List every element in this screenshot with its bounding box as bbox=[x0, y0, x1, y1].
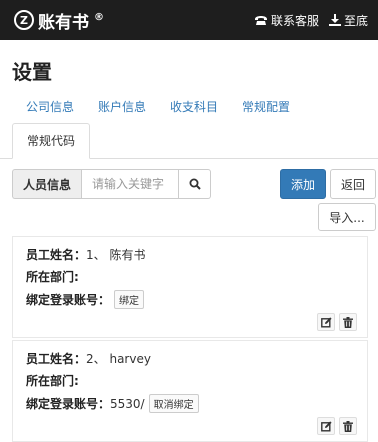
card-actions bbox=[317, 313, 357, 331]
search-input[interactable] bbox=[81, 169, 180, 199]
delete-button[interactable] bbox=[339, 417, 357, 435]
tab-income-expense-subjects[interactable]: 收支科目 bbox=[158, 92, 230, 124]
edit-button[interactable] bbox=[317, 313, 335, 331]
card-actions bbox=[317, 417, 357, 435]
employee-name-row: 员工姓名： 2、 harvey bbox=[26, 350, 151, 367]
brand-name: 账有书 bbox=[38, 12, 89, 33]
employee-account-label: 绑定登录账号： bbox=[26, 397, 111, 411]
top-bar: Z 账有书 ® 联系客服 至底 bbox=[0, 0, 378, 40]
edit-button[interactable] bbox=[317, 417, 335, 435]
scroll-bottom-label: 至底 bbox=[343, 13, 368, 28]
tab-company-info[interactable]: 公司信息 bbox=[14, 92, 86, 124]
trash-icon bbox=[343, 316, 353, 328]
employee-account-row: 绑定登录账号： 绑定 bbox=[26, 290, 145, 309]
edit-icon bbox=[320, 316, 332, 327]
employee-name-label: 员工姓名： bbox=[26, 352, 87, 366]
edit-icon bbox=[320, 420, 332, 431]
search-button[interactable] bbox=[179, 169, 212, 199]
employee-card: 员工姓名： 2、 harvey 所在部门: 绑定登录账号： 5530/ 取消绑定 bbox=[12, 340, 368, 442]
search-category-label: 人员信息 bbox=[12, 169, 82, 199]
phone-icon bbox=[254, 16, 267, 25]
toolbar: 人员信息 添加 返回 导入... bbox=[0, 159, 378, 231]
employee-account-row: 绑定登录账号： 5530/ 取消绑定 bbox=[26, 394, 199, 413]
brand-logo[interactable]: Z 账有书 ® bbox=[14, 8, 104, 33]
import-button[interactable]: 导入... bbox=[318, 203, 376, 231]
employee-card: 员工姓名： 1、 陈有书 所在部门: 绑定登录账号： 绑定 bbox=[12, 236, 368, 338]
employee-dept-row: 所在部门: bbox=[26, 372, 79, 389]
scroll-bottom-link[interactable]: 至底 bbox=[328, 12, 368, 29]
page-title: 设置 bbox=[12, 60, 52, 84]
employee-dept-row: 所在部门: bbox=[26, 268, 79, 285]
support-link[interactable]: 联系客服 bbox=[254, 12, 319, 29]
employee-name-row: 员工姓名： 1、 陈有书 bbox=[26, 246, 145, 263]
employee-name-value: 1、 陈有书 bbox=[86, 248, 146, 262]
employee-account-label: 绑定登录账号： bbox=[26, 293, 111, 307]
settings-tabs-row2: 常规代码 bbox=[0, 123, 378, 159]
employee-dept-label: 所在部门: bbox=[26, 374, 79, 388]
delete-button[interactable] bbox=[339, 313, 357, 331]
search-group: 人员信息 bbox=[12, 169, 212, 199]
trash-icon bbox=[343, 420, 353, 432]
employee-account-value: 5530/ bbox=[110, 396, 145, 411]
tab-account-info[interactable]: 账户信息 bbox=[86, 92, 158, 124]
add-button[interactable]: 添加 bbox=[280, 169, 326, 199]
download-icon bbox=[328, 14, 341, 26]
settings-tabs: 公司信息 账户信息 收支科目 常规配置 bbox=[0, 92, 378, 124]
tab-general-config[interactable]: 常规配置 bbox=[230, 92, 302, 124]
unbind-account-button[interactable]: 取消绑定 bbox=[148, 394, 199, 413]
tab-general-codes[interactable]: 常规代码 bbox=[12, 123, 91, 159]
support-label: 联系客服 bbox=[270, 13, 319, 28]
search-icon bbox=[189, 178, 201, 190]
bind-account-button[interactable]: 绑定 bbox=[114, 290, 145, 309]
employee-name-label: 员工姓名： bbox=[26, 248, 87, 262]
logo-icon: Z bbox=[14, 10, 34, 30]
employee-name-value: 2、 harvey bbox=[86, 352, 151, 366]
back-button[interactable]: 返回 bbox=[330, 169, 376, 199]
registered-mark: ® bbox=[94, 11, 104, 23]
employee-dept-label: 所在部门: bbox=[26, 270, 79, 284]
